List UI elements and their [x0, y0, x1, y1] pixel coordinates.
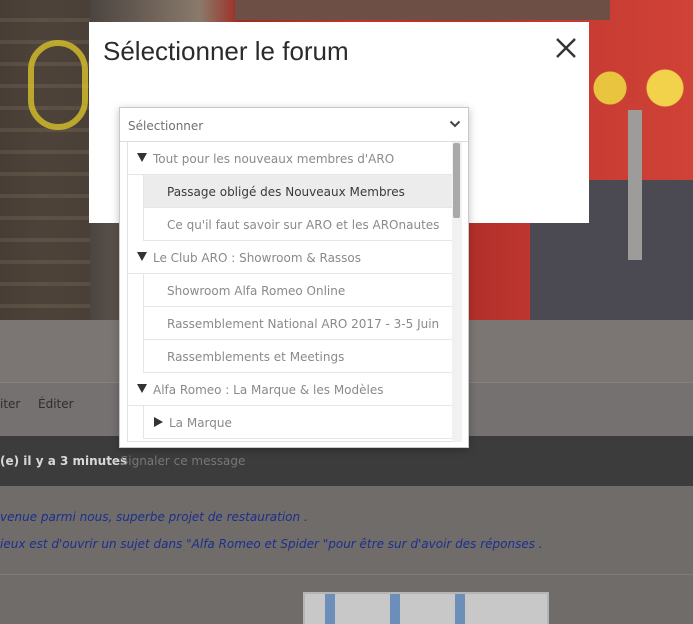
scrollbar[interactable] — [452, 142, 462, 442]
post-time: (e) il y a 3 minutes — [0, 454, 128, 468]
select-current-value: Sélectionner — [128, 119, 204, 133]
forum-option[interactable]: Ce qu'il faut savoir sur ARO et les AROn… — [143, 208, 452, 241]
thumbnail-detail — [325, 594, 335, 624]
modal-title: Sélectionner le forum — [103, 36, 349, 66]
post-body: venue parmi nous, superbe projet de rest… — [0, 486, 693, 624]
category-option[interactable]: Alfa Romeo : La Marque & les Modèles — [128, 373, 452, 406]
category-option[interactable]: Tout pour les nouveaux membres d'ARO — [128, 142, 452, 175]
close-button[interactable] — [554, 36, 578, 60]
divider — [0, 574, 693, 575]
forum-option[interactable]: Passage obligé des Nouveaux Membres — [143, 175, 452, 208]
scrollbar-thumb[interactable] — [453, 143, 460, 218]
post-text-line: ieux est d'ouvrir un sujet dans "Alfa Ro… — [0, 537, 543, 551]
attachment-thumbnail[interactable] — [303, 592, 549, 624]
forum-option[interactable]: Rassemblement National ARO 2017 - 3-5 Ju… — [143, 307, 452, 340]
chevron-down-icon — [449, 120, 461, 128]
post-text-line: venue parmi nous, superbe projet de rest… — [0, 510, 308, 524]
forum-option-list[interactable]: Tout pour les nouveaux membres d'ARO Pas… — [127, 142, 453, 442]
forum-select-dropdown[interactable]: Sélectionner Tout pour les nouveaux memb… — [119, 107, 469, 448]
forum-option[interactable]: Showroom Alfa Romeo Online — [143, 274, 452, 307]
thumbnail-detail — [390, 594, 400, 624]
forum-option-collapsed[interactable]: La Marque — [143, 406, 452, 439]
close-icon — [556, 38, 576, 58]
triangle-down-icon — [137, 384, 147, 393]
background-photo-detail — [628, 110, 642, 260]
triangle-right-icon — [154, 417, 163, 427]
quote-button[interactable]: iter — [0, 397, 20, 411]
background-photo-detail — [28, 40, 88, 130]
edit-button[interactable]: Éditer — [38, 397, 74, 411]
triangle-down-icon — [137, 252, 147, 261]
report-link[interactable]: · Signaler ce message — [113, 454, 245, 468]
background-photo-detail — [235, 0, 610, 20]
triangle-down-icon — [137, 153, 147, 162]
forum-option[interactable]: Rassemblements et Meetings — [143, 340, 452, 373]
category-option[interactable]: Le Club ARO : Showroom & Rassos — [128, 241, 452, 274]
thumbnail-detail — [455, 594, 465, 624]
forum-select[interactable]: Sélectionner — [120, 108, 468, 142]
